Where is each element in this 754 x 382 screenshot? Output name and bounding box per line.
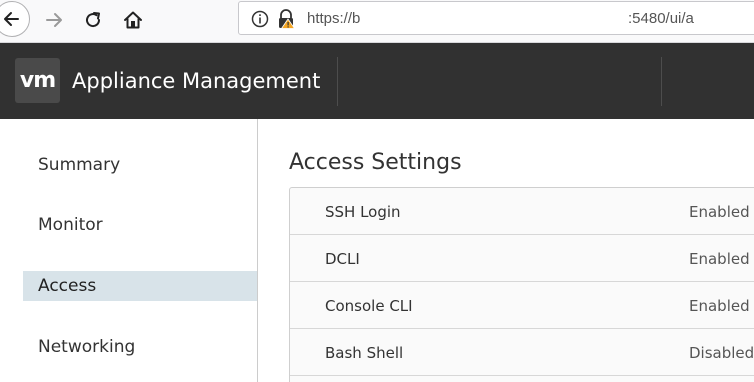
url-text-suffix: :5480/ui/a: [628, 10, 694, 27]
sidebar-item-monitor[interactable]: Monitor: [23, 210, 257, 240]
settings-row-bash-shell[interactable]: Bash Shell Disabled: [290, 329, 754, 376]
browser-toolbar: https://b :5480/ui/a: [0, 0, 754, 43]
sidebar-item-access[interactable]: Access: [23, 271, 257, 301]
reload-icon: [86, 12, 101, 28]
home-button[interactable]: [117, 4, 149, 36]
info-icon[interactable]: [251, 10, 269, 28]
back-button[interactable]: [0, 1, 30, 37]
lock-warning-icon[interactable]: [277, 9, 295, 29]
back-arrow-icon: [4, 12, 19, 26]
sidebar-item-networking[interactable]: Networking: [23, 332, 257, 362]
forward-button[interactable]: [38, 4, 70, 36]
settings-row-ssh-login[interactable]: SSH Login Enabled: [290, 188, 754, 235]
vmware-logo: vm: [15, 58, 60, 103]
url-text: https://b: [307, 10, 361, 27]
setting-status: Enabled: [689, 297, 750, 315]
setting-status: Disabled: [689, 344, 754, 362]
app-header: vm Appliance Management: [0, 43, 754, 119]
setting-label: DCLI: [325, 250, 360, 268]
setting-label: Console CLI: [325, 297, 413, 315]
setting-label: SSH Login: [325, 203, 401, 221]
home-icon: [124, 11, 142, 29]
setting-label: Bash Shell: [325, 344, 404, 362]
settings-row-dcli[interactable]: DCLI Enabled: [290, 235, 754, 282]
setting-status: Enabled: [689, 250, 750, 268]
access-settings-table: SSH Login Enabled DCLI Enabled Console C…: [289, 187, 754, 382]
sidebar-item-summary[interactable]: Summary: [23, 150, 257, 180]
app-title: Appliance Management: [72, 69, 321, 93]
setting-status: Enabled: [689, 203, 750, 221]
reload-button[interactable]: [77, 4, 109, 36]
header-divider: [337, 57, 338, 106]
header-divider: [661, 57, 662, 106]
settings-row-console-cli[interactable]: Console CLI Enabled: [290, 282, 754, 329]
forward-arrow-icon: [46, 13, 62, 27]
url-bar[interactable]: https://b :5480/ui/a: [238, 1, 754, 35]
page-title: Access Settings: [289, 150, 462, 175]
